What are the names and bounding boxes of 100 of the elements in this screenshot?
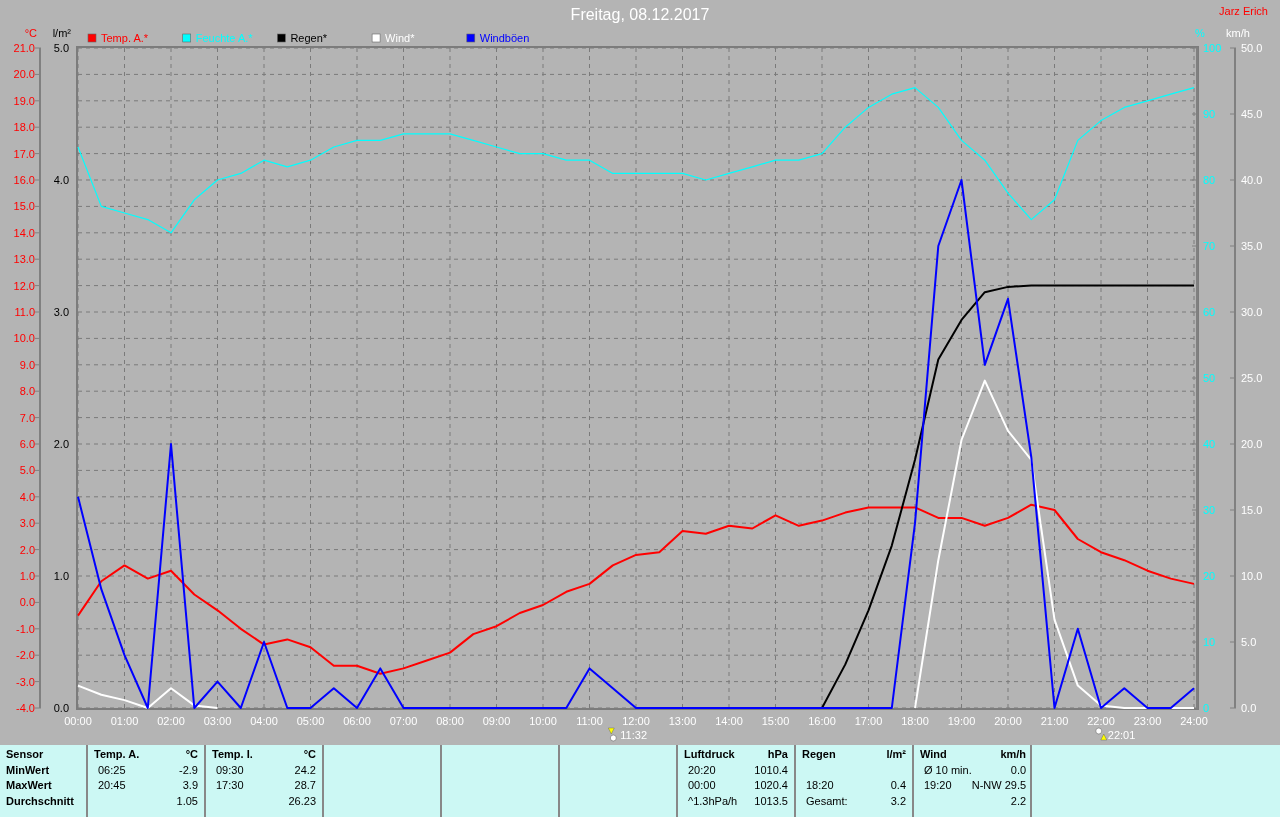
x-tick-label: 05:00	[296, 715, 325, 727]
stat-label: ^1.3hPa/h	[687, 793, 739, 809]
axis-tick-label: 30	[1203, 504, 1216, 516]
section-unit: km/h	[999, 747, 1027, 762]
stat-value: -2.9	[178, 762, 198, 778]
section-title: Temp. I.	[212, 747, 254, 762]
axis-tick-label: 8.0	[19, 385, 35, 398]
axis-tick-label: 20.0	[13, 68, 35, 81]
x-tick-label: 00:00	[64, 715, 92, 727]
stat-label: 00:00	[687, 778, 717, 793]
row-label: Durchschnitt	[6, 793, 75, 809]
x-tick-label: 18:00	[901, 715, 929, 727]
stat-value: 1013.5	[753, 793, 788, 809]
axis-tick-label: 16.0	[13, 174, 35, 186]
chart-title: Freitag, 08.12.2017	[570, 6, 710, 23]
stat-value: 0.4	[889, 778, 906, 793]
section-unit: °C	[302, 747, 316, 762]
marker-time: 11:32	[620, 729, 647, 741]
x-tick-label: 03:00	[203, 715, 232, 727]
x-tick-label: 20:00	[994, 715, 1022, 727]
stat-value: 1020.4	[753, 778, 788, 793]
section-unit: l/m²	[885, 747, 906, 762]
axis-tick-label: 3.0	[53, 306, 69, 318]
axis-tick-label: 7.0	[19, 411, 35, 424]
stat-label: 18:20	[805, 778, 835, 793]
axis-tick-label: 5.0	[19, 464, 35, 477]
legend-label: Windböen	[479, 32, 530, 44]
stat-label: Ø 10 min.	[923, 762, 972, 778]
axis-tick-label: 40.0	[1241, 174, 1263, 186]
axis-tick-label: -1.0	[16, 622, 35, 635]
stat-label: 20:45	[97, 778, 127, 793]
axis-tick-label: -4.0	[16, 702, 35, 714]
axis-tick-label: 15.0	[1241, 504, 1263, 516]
axis-tick-label: 10.0	[13, 332, 35, 345]
axis-tick-label: 2.0	[19, 543, 35, 556]
stat-value: 28.7	[293, 778, 316, 793]
x-tick-label: 07:00	[389, 715, 418, 727]
axis-tick-label: 0.0	[53, 702, 69, 714]
axis-tick-label: 9.0	[19, 358, 35, 371]
axis-tick-label: 20.0	[1241, 438, 1263, 450]
x-tick-label: 13:00	[668, 715, 697, 727]
axis-tick-label: 50.0	[1241, 42, 1263, 54]
axis-unit: km/h	[1226, 27, 1250, 39]
x-tick-label: 11:00	[576, 715, 603, 727]
axis-tick-label: 30.0	[1241, 306, 1263, 318]
axis-tick-label: 1.0	[19, 570, 35, 582]
section-unit: °C	[184, 747, 198, 762]
legend-label: Wind*	[385, 32, 415, 44]
axis-tick-label: 4.0	[19, 490, 35, 503]
axis-tick-label: 5.0	[1241, 636, 1257, 648]
x-tick-label: 01:00	[110, 715, 139, 727]
x-tick-label: 15:00	[761, 715, 790, 727]
section-title: Luftdruck	[684, 747, 736, 762]
legend-label: Regen*	[290, 32, 328, 44]
axis-tick-label: 15.0	[13, 200, 35, 213]
axis-tick-label: 25.0	[1241, 372, 1263, 384]
axis-tick-label: 18.0	[13, 121, 35, 134]
axis-tick-label: 10.0	[1241, 570, 1263, 582]
axis-unit: l/m²	[52, 27, 71, 39]
stat-label: 09:30	[215, 762, 245, 778]
x-tick-label: 24:00	[1180, 715, 1208, 727]
axis-tick-label: 5.0	[53, 42, 69, 54]
axis-unit: %	[1195, 27, 1205, 39]
x-tick-label: 04:00	[250, 715, 278, 727]
x-tick-label: 14:00	[715, 715, 743, 727]
stat-label: 06:25	[97, 762, 127, 778]
section-title: Wind	[920, 747, 948, 762]
axis-tick-label: 90	[1203, 108, 1216, 120]
x-tick-label: 02:00	[157, 715, 185, 727]
x-tick-label: 08:00	[436, 715, 464, 727]
x-tick-label: 09:00	[482, 715, 511, 727]
axis-tick-label: 40	[1203, 438, 1216, 450]
stat-label: Gesamt:	[805, 793, 849, 809]
stat-value: 3.2	[889, 793, 906, 809]
axis-tick-label: 4.0	[53, 174, 69, 186]
axis-tick-label: 0	[1203, 702, 1210, 714]
axis-tick-label: 10	[1203, 636, 1216, 648]
row-label: Sensor	[6, 747, 45, 762]
x-tick-label: 22:00	[1087, 715, 1115, 727]
section-title: Temp. A.	[94, 747, 141, 762]
axis-tick-label: -3.0	[16, 675, 35, 688]
up-arrow-marker-icon	[1095, 727, 1107, 741]
axis-tick-label: 13.0	[13, 253, 35, 266]
x-tick-label: 23:00	[1133, 715, 1162, 727]
stat-label: 20:20	[687, 762, 717, 778]
axis-tick-label: 17.0	[13, 147, 35, 160]
axis-tick-label: 1.0	[53, 570, 69, 582]
axis-tick-label: 19.0	[13, 94, 35, 107]
row-label: MaxWert	[6, 778, 53, 793]
x-tick-label: 17:00	[854, 715, 883, 727]
stat-value: 26.23	[287, 793, 316, 809]
marker-time: 22:01	[1107, 729, 1136, 741]
axis-tick-label: 80	[1203, 174, 1216, 186]
legend-label: Temp. A.*	[101, 32, 149, 44]
x-tick-label: 12:00	[622, 715, 650, 727]
x-tick-label: 19:00	[947, 715, 976, 727]
axis-tick-label: 70	[1203, 240, 1216, 252]
axis-unit: °C	[24, 27, 37, 39]
axis-tick-label: 0.0	[19, 596, 35, 609]
section-title: Regen	[802, 747, 837, 762]
